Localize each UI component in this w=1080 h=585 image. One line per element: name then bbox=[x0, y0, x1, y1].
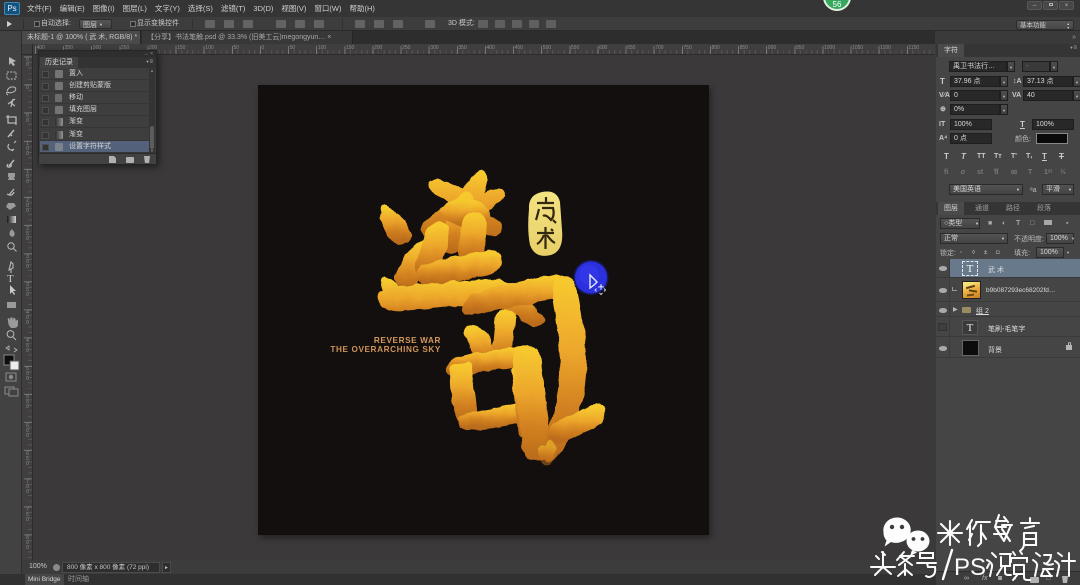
svg-text:THE OVERARCHING SKY: THE OVERARCHING SKY bbox=[330, 345, 441, 354]
svg-text:T: T bbox=[7, 273, 14, 285]
svg-text:PS: PS bbox=[954, 554, 986, 581]
svg-text:REVERSE WAR: REVERSE WAR bbox=[374, 336, 441, 345]
